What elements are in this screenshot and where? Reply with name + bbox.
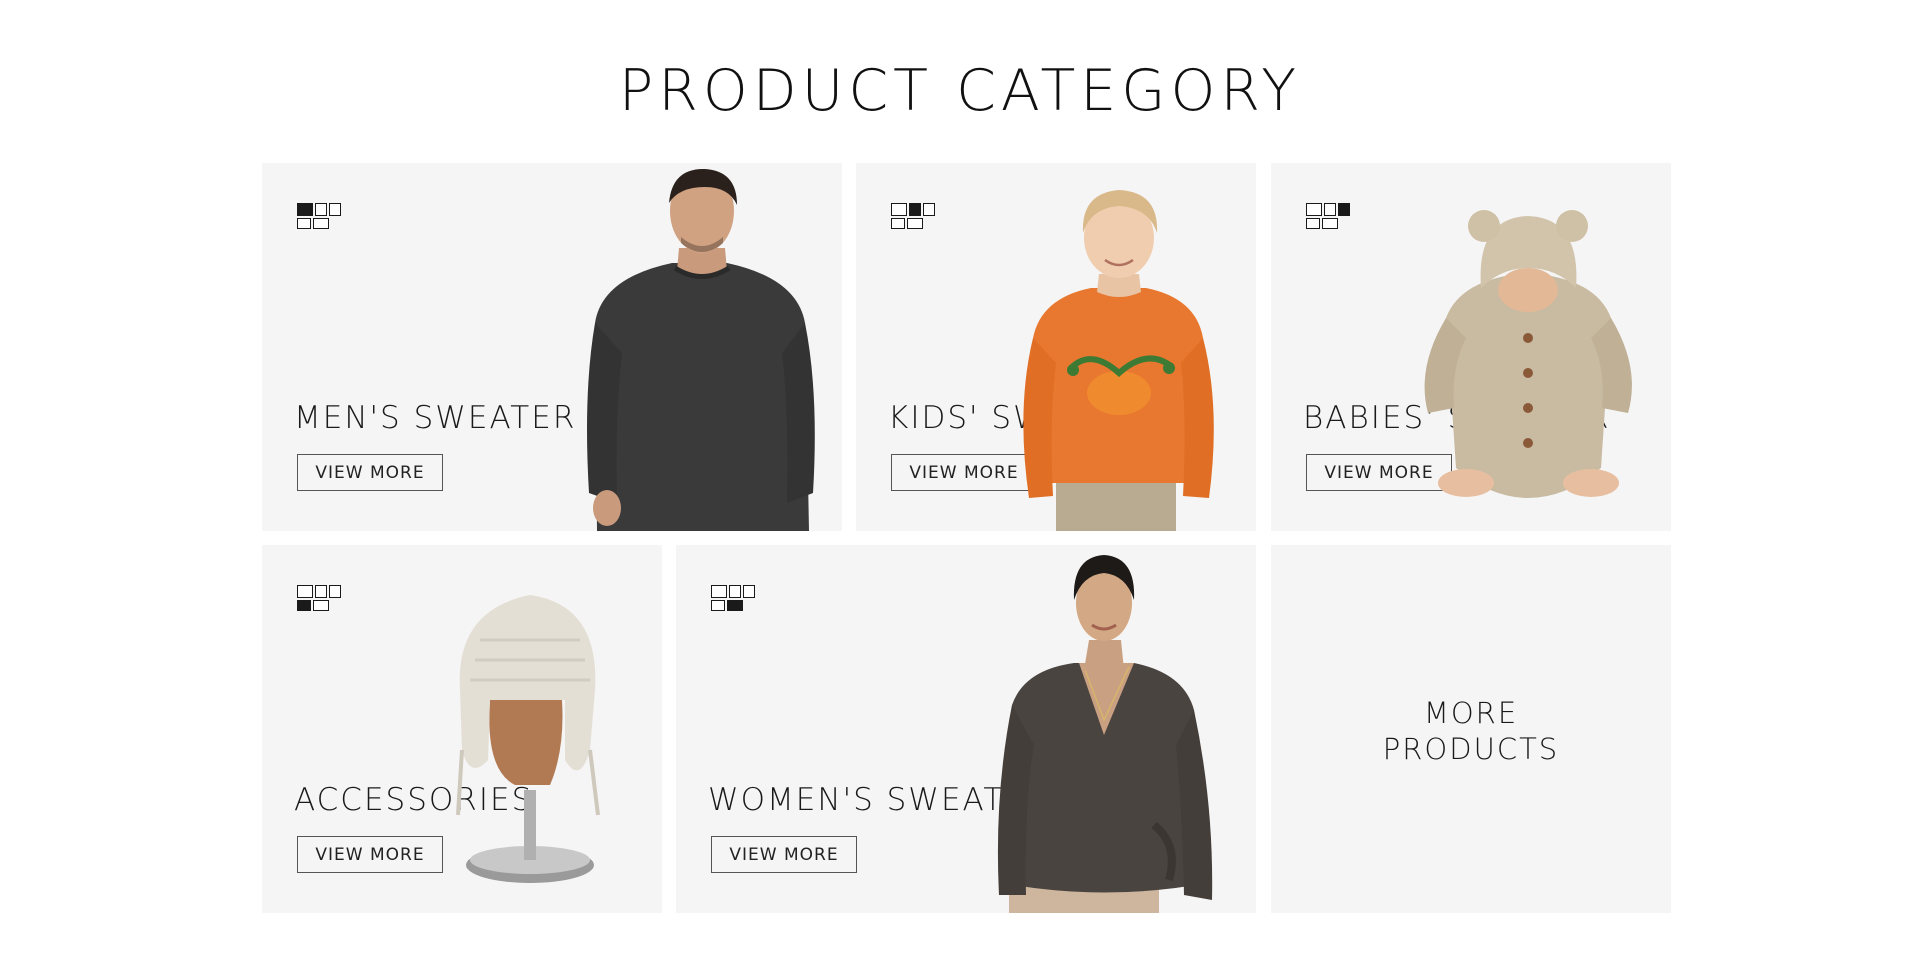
pattern-cell — [297, 203, 313, 216]
product-image — [587, 168, 815, 531]
more-products-line2: PRODUCTS — [1382, 732, 1560, 766]
category-card-womens[interactable]: WOMEN'S SWEATER VIEW MORE — [676, 545, 1256, 913]
pattern-cell — [1322, 218, 1338, 229]
more-products-line1: MORE — [1423, 696, 1519, 730]
category-card-mens[interactable]: MEN'S SWEATER VIEW MORE — [262, 163, 842, 531]
category-pattern-icon — [891, 203, 939, 233]
product-image — [1023, 190, 1214, 531]
more-products-card[interactable]: MORE PRODUCTS — [1271, 545, 1671, 913]
category-pattern-icon — [297, 203, 345, 233]
pattern-cell — [1338, 203, 1350, 216]
view-more-button[interactable]: VIEW MORE — [297, 454, 443, 491]
category-pattern-icon — [1306, 203, 1354, 233]
page-title: PRODUCT CATEGORY — [618, 58, 1302, 124]
pattern-cell — [729, 585, 741, 598]
category-pattern-icon — [297, 585, 345, 615]
view-more-button[interactable]: VIEW MORE — [297, 836, 443, 873]
pattern-cell — [313, 600, 329, 611]
category-pattern-icon — [711, 585, 759, 615]
pattern-cell — [1306, 203, 1322, 216]
more-products-link[interactable]: MORE PRODUCTS — [1271, 695, 1671, 767]
product-image — [997, 555, 1213, 913]
pattern-cell — [711, 585, 727, 598]
pattern-cell — [313, 218, 329, 229]
pattern-cell — [297, 585, 313, 598]
pattern-cell — [315, 203, 327, 216]
pattern-cell — [297, 600, 311, 611]
pattern-cell — [315, 585, 327, 598]
pattern-cell — [297, 218, 311, 229]
pattern-cell — [891, 203, 907, 216]
pattern-cell — [1306, 218, 1320, 229]
category-card-kids[interactable]: KIDS' SWEATER VIEW MORE — [856, 163, 1256, 531]
pattern-cell — [329, 585, 341, 598]
pattern-cell — [711, 600, 725, 611]
pattern-cell — [907, 218, 923, 229]
pattern-cell — [891, 218, 905, 229]
category-card-accessories[interactable]: ACCESSORIES VIEW MORE — [262, 545, 662, 913]
category-label: MEN'S SWEATER — [294, 400, 577, 436]
pattern-cell — [923, 203, 935, 216]
pattern-cell — [329, 203, 341, 216]
pattern-cell — [727, 600, 743, 611]
pattern-cell — [743, 585, 755, 598]
category-card-babies[interactable]: BABIES' SWEATER VIEW MORE — [1271, 163, 1671, 531]
pattern-cell — [1324, 203, 1336, 216]
pattern-cell — [909, 203, 921, 216]
product-image — [1424, 210, 1632, 498]
product-image — [456, 595, 600, 883]
view-more-button[interactable]: VIEW MORE — [711, 836, 857, 873]
